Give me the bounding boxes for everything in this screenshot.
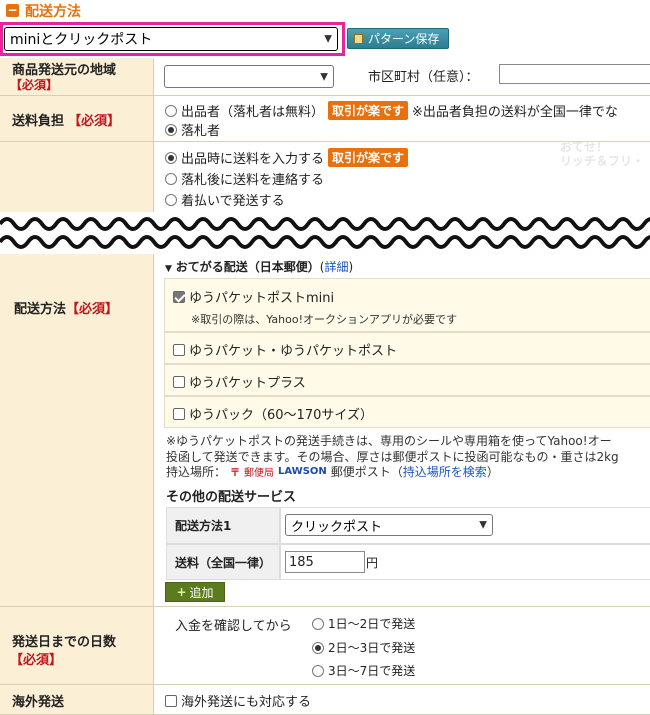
burden-label: 送料負担 bbox=[12, 114, 65, 129]
days-option[interactable]: 3日〜7日で発送 bbox=[312, 662, 415, 679]
days-prefix: 入金を確認してから bbox=[175, 619, 292, 634]
burden-option-seller[interactable]: 出品者（落札者は無料） 取引が楽です ※出品者負担の送料が全国一律でな bbox=[165, 101, 618, 120]
carry-place-row: 持込場所： 〒 郵便局 LAWSON 郵便ポスト（持込場所を検索） bbox=[166, 463, 499, 480]
otegaru-header: ▼ おてがる配送（日本郵便）(詳細) bbox=[165, 260, 354, 274]
ship-option-row[interactable]: ゆうパケット・ゆうパケットポスト bbox=[164, 332, 650, 364]
origin-required: 【必須】 bbox=[10, 78, 59, 92]
plus-icon: + bbox=[176, 585, 187, 599]
fee-input[interactable]: 185 bbox=[285, 551, 365, 573]
japan-post-logo-text: 郵便局 bbox=[244, 468, 275, 479]
checkbox[interactable] bbox=[173, 375, 185, 388]
section-title: 配送方法 bbox=[25, 4, 81, 20]
easy-badge: 取引が楽です bbox=[328, 148, 409, 167]
caret-down-icon: ▼ bbox=[165, 264, 172, 274]
method-opt2-label: 落札後に送料を連絡する bbox=[181, 173, 325, 188]
post-text: 郵便ポスト（ bbox=[330, 465, 403, 479]
post-close: ） bbox=[486, 465, 499, 479]
method-option-input[interactable]: 出品時に送料を入力する 取引が楽です bbox=[165, 148, 409, 167]
region-select[interactable]: ▼ bbox=[164, 65, 334, 88]
burden-option-buyer[interactable]: 落札者 bbox=[165, 120, 220, 139]
ship-option-row[interactable]: ゆうパケットプラス bbox=[164, 364, 650, 396]
origin-label-cell: 商品発送元の地域 【必須】 bbox=[0, 58, 154, 96]
radio-button[interactable] bbox=[165, 151, 177, 164]
service-select[interactable]: クリックポスト ▼ bbox=[285, 514, 493, 536]
chevron-down-icon: ▼ bbox=[479, 519, 487, 531]
ship-option-row[interactable]: ゆうパック（60〜170サイズ） bbox=[164, 396, 650, 428]
add-service-label: 追加 bbox=[189, 585, 214, 600]
radio-button[interactable] bbox=[165, 193, 177, 206]
days-label: 発送日までの日数 bbox=[12, 635, 117, 650]
method-required: 【必須】 bbox=[66, 302, 119, 317]
radio-button[interactable] bbox=[165, 123, 177, 136]
days-label-cell: 発送日までの日数 【必須】 bbox=[0, 607, 154, 685]
city-input[interactable] bbox=[499, 64, 650, 84]
carry-search-link[interactable]: 持込場所を検索 bbox=[403, 465, 487, 479]
floppy-icon bbox=[354, 33, 363, 44]
ship-option-row[interactable]: ゆうパケットポストmini ※取引の際は、Yahoo!オークションアプリが必要で… bbox=[164, 278, 650, 332]
checkbox[interactable] bbox=[173, 290, 185, 303]
ship-option-label: ゆうパケットプラス bbox=[189, 376, 306, 391]
fee-label: 送料（全国一律） bbox=[166, 544, 280, 580]
other-services-title: その他の配送サービス bbox=[166, 490, 297, 505]
overseas-label-cell: 海外発送 bbox=[0, 685, 154, 715]
days-option-label: 2日〜3日で発送 bbox=[328, 641, 416, 655]
add-service-button[interactable]: + 追加 bbox=[165, 582, 225, 602]
radio-button[interactable] bbox=[312, 641, 324, 654]
chevron-down-icon: ▼ bbox=[324, 33, 332, 45]
pattern-save-button[interactable]: パターン保存 bbox=[347, 28, 449, 49]
minus-icon[interactable]: − bbox=[6, 4, 19, 17]
carry-label: 持込場所： bbox=[166, 465, 227, 479]
method-opt1-label: 出品時に送料を入力する bbox=[181, 152, 325, 167]
pattern-select-value: miniとクリックポスト bbox=[10, 32, 153, 48]
burden-label-cell: 送料負担 【必須】 bbox=[0, 96, 154, 142]
burden-required: 【必須】 bbox=[68, 114, 121, 129]
method-option-cod[interactable]: 着払いで発送する bbox=[165, 190, 285, 209]
overseas-option[interactable]: 海外発送にも対応する bbox=[165, 691, 311, 710]
days-required: 【必須】 bbox=[10, 653, 63, 668]
wavy-break bbox=[0, 212, 650, 254]
ship-option-sub: ※取引の際は、Yahoo!オークションアプリが必要です bbox=[191, 313, 458, 326]
ship-option-label: ゆうパケット・ゆうパケットポスト bbox=[189, 344, 398, 359]
pattern-select[interactable]: miniとクリックポスト ▼ bbox=[4, 27, 338, 51]
checkbox[interactable] bbox=[173, 407, 185, 420]
otegaru-title: おてがる配送（日本郵便） bbox=[175, 260, 320, 274]
days-option-label: 1日〜2日で発送 bbox=[328, 617, 416, 631]
easy-badge: 取引が楽です bbox=[328, 101, 409, 120]
service-select-value: クリックポスト bbox=[291, 519, 383, 535]
burden-note: ※出品者負担の送料が全国一律でな bbox=[412, 105, 618, 120]
ship-option-label: ゆうパック（60〜170サイズ） bbox=[189, 408, 373, 423]
method-option-later[interactable]: 落札後に送料を連絡する bbox=[165, 169, 324, 188]
burden-opt1-label: 出品者（落札者は無料） bbox=[181, 105, 325, 120]
service-label: 配送方法1 bbox=[166, 507, 280, 544]
overseas-label: 海外発送 bbox=[12, 695, 65, 710]
post-note-line1: ※ゆうパケットポストの発送手続きは、専用のシールや専用箱を使ってYahoo!オー bbox=[166, 434, 612, 448]
ship-option-label: ゆうパケットポストmini bbox=[189, 291, 335, 306]
watermark: おてせ！ リッチ＆フリ・ bbox=[560, 140, 645, 168]
checkbox[interactable] bbox=[165, 694, 177, 707]
lawson-logo: LAWSON bbox=[278, 466, 327, 477]
radio-button[interactable] bbox=[312, 664, 324, 677]
overseas-option-label: 海外発送にも対応する bbox=[181, 695, 312, 710]
pattern-save-label: パターン保存 bbox=[368, 32, 440, 46]
checkbox[interactable] bbox=[173, 343, 185, 356]
otegaru-detail-link[interactable]: 詳細 bbox=[324, 260, 348, 274]
method-label: 配送方法 bbox=[14, 302, 67, 317]
radio-button[interactable] bbox=[165, 172, 177, 185]
fee-unit: 円 bbox=[366, 556, 379, 570]
city-label: 市区町村（任意）： bbox=[368, 70, 479, 85]
radio-button[interactable] bbox=[165, 104, 177, 117]
days-option-label: 3日〜7日で発送 bbox=[328, 664, 416, 678]
burden-opt2-label: 落札者 bbox=[181, 124, 221, 139]
japan-post-logo: 〒 bbox=[230, 468, 241, 479]
method-opt3-label: 着払いで発送する bbox=[181, 194, 285, 209]
days-option[interactable]: 2日〜3日で発送 bbox=[312, 639, 415, 656]
chevron-down-icon: ▼ bbox=[320, 71, 328, 82]
radio-button[interactable] bbox=[312, 617, 324, 630]
days-option[interactable]: 1日〜2日で発送 bbox=[312, 615, 415, 632]
